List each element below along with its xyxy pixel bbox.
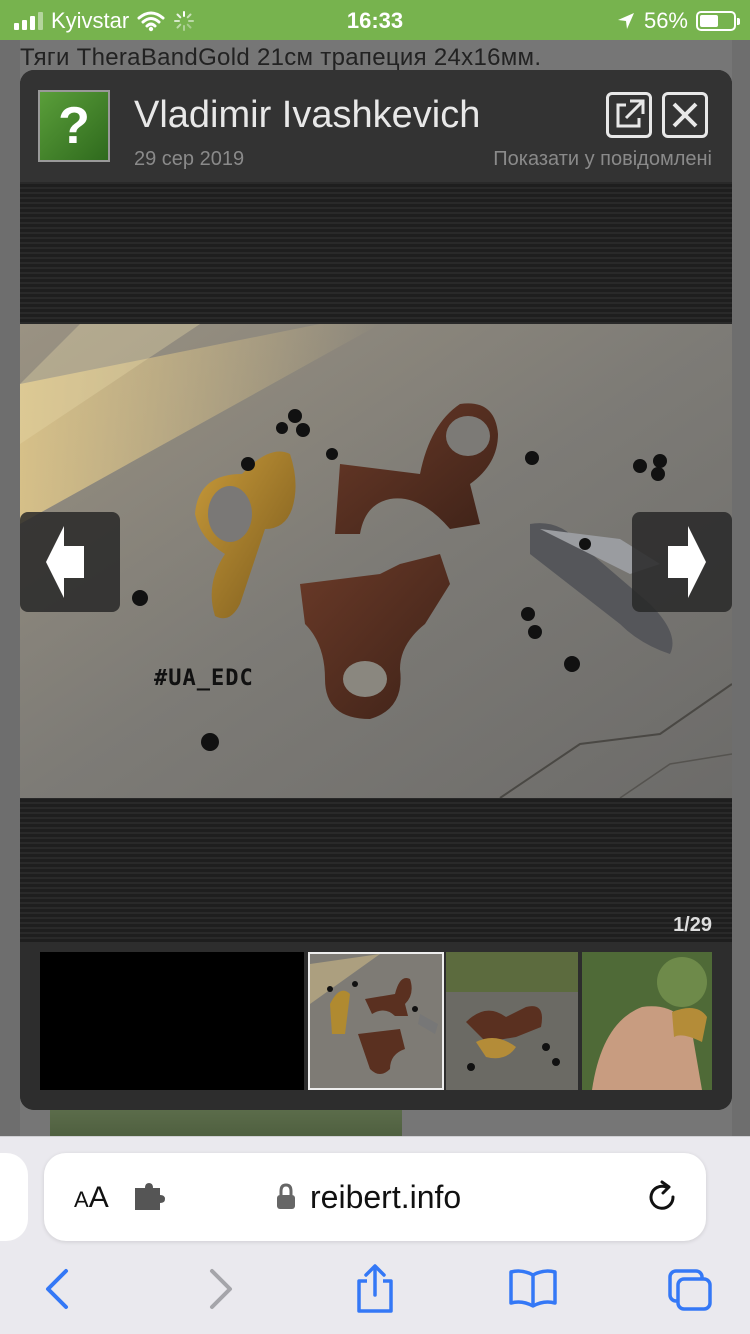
bookmarks-icon[interactable] (508, 1267, 558, 1309)
status-bar: Kyivstar 16:33 56% (0, 0, 750, 40)
previous-tab-peek[interactable] (0, 1153, 28, 1241)
lightbox-header: ? Vladimir Ivashkevich 29 сер 2019 Показ… (20, 70, 732, 182)
avatar[interactable]: ? (38, 90, 110, 162)
close-button[interactable] (662, 92, 708, 138)
main-photo[interactable]: #UA_EDC (20, 324, 732, 798)
battery-level (700, 15, 718, 27)
post-heading: Тяги TheraBandGold 21см трапеция 24х16мм… (20, 44, 542, 71)
back-icon[interactable] (42, 1267, 74, 1311)
puzzle-icon[interactable] (132, 1183, 168, 1213)
battery-icon (696, 11, 740, 31)
photo-watermark-tag: #UA_EDC (154, 666, 254, 691)
arrow-left-icon (46, 526, 84, 598)
forward-icon[interactable] (204, 1267, 236, 1311)
text-size-big-a: A (88, 1181, 109, 1214)
text-size-small-a: A (74, 1187, 89, 1212)
location-arrow-icon (617, 13, 634, 29)
open-external-button[interactable] (606, 92, 652, 138)
status-right: 56% (616, 8, 740, 34)
thumbnail-1[interactable] (308, 952, 444, 1090)
author-name[interactable]: Vladimir Ivashkevich (134, 94, 480, 137)
share-icon[interactable] (354, 1263, 396, 1315)
photo-scene (20, 324, 732, 798)
reload-icon[interactable] (644, 1179, 680, 1215)
lightbox: ? Vladimir Ivashkevich 29 сер 2019 Показ… (20, 70, 732, 1110)
thumbnail-empty (40, 952, 304, 1090)
thumbnail-1-image (310, 954, 442, 1088)
address-bar[interactable]: AA reibert.info (44, 1153, 706, 1241)
thumbnail-strip (20, 942, 732, 1110)
image-stage: #UA_EDC 1/29 (20, 182, 732, 942)
text-size-button[interactable]: AA (74, 1181, 109, 1215)
image-counter: 1/29 (673, 914, 712, 936)
lock-icon (277, 1183, 295, 1209)
thumbnail-2-image (446, 952, 578, 1090)
thumbnail-3[interactable] (582, 952, 712, 1090)
post-date: 29 сер 2019 (134, 148, 245, 170)
thumbnail-2[interactable] (446, 952, 578, 1090)
browser-toolbar: AA reibert.info (0, 1136, 750, 1334)
arrow-right-icon (668, 526, 706, 598)
previous-image-button[interactable] (20, 512, 120, 612)
close-icon (672, 102, 698, 128)
show-in-message-link[interactable]: Показати у повідомлені (493, 148, 712, 171)
next-image-button[interactable] (632, 512, 732, 612)
url-domain: reibert.info (310, 1179, 462, 1215)
tabs-icon[interactable] (666, 1267, 714, 1313)
external-open-icon (616, 99, 645, 128)
thumbnail-3-image (582, 952, 712, 1090)
battery-percent: 56% (643, 8, 688, 33)
